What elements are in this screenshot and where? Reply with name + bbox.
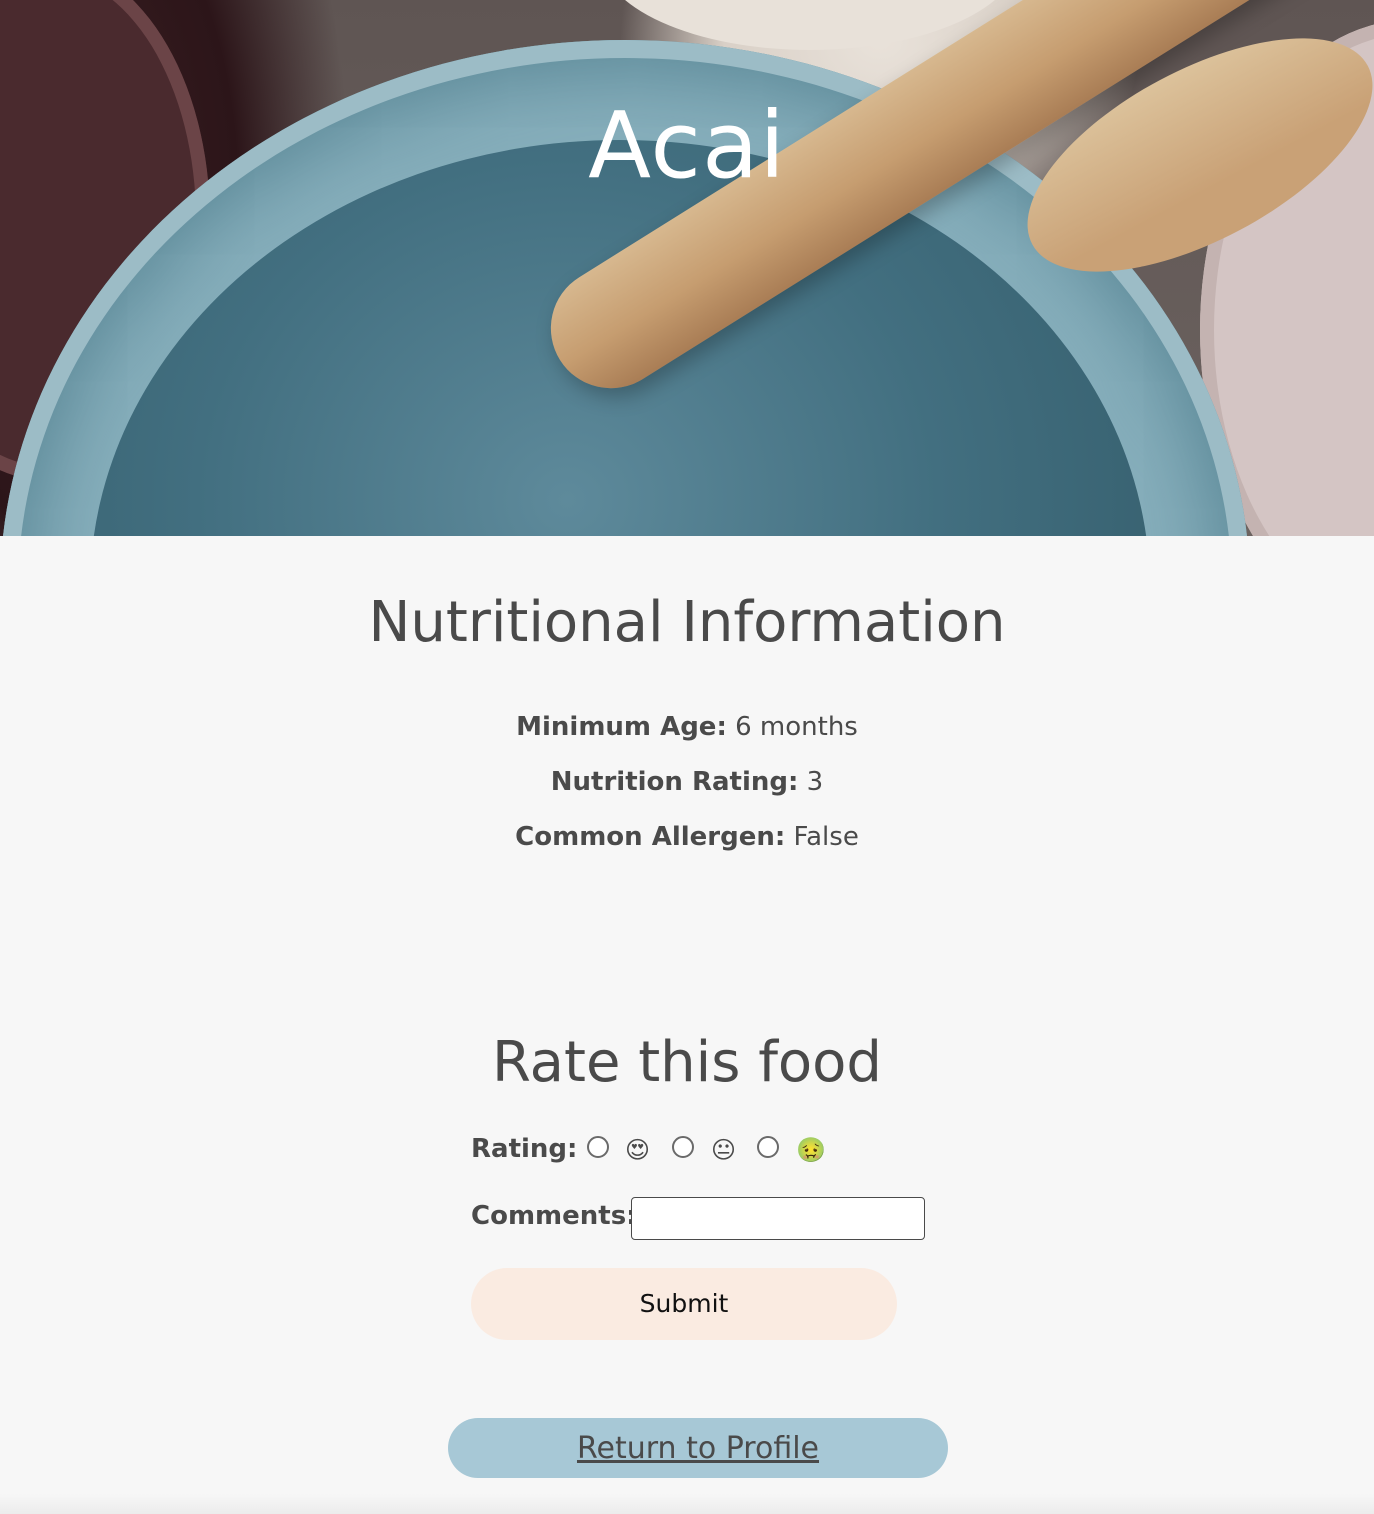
hero-banner: Acai [0,0,1374,536]
info-common-allergen: Common Allergen: False [0,822,1374,852]
info-label: Common Allergen: [515,822,786,852]
info-label: Minimum Age: [516,712,727,742]
heart-eyes-face-icon: 😍 [625,1136,651,1164]
page-bottom-edge [0,1494,1374,1514]
neutral-face-icon: 😐 [711,1136,737,1164]
info-label: Nutrition Rating: [550,767,799,797]
comments-label: Comments: [471,1201,637,1231]
comments-input[interactable] [631,1197,925,1240]
rating-label: Rating: [471,1134,578,1164]
nauseated-face-icon: 🤢 [796,1136,826,1164]
submit-button[interactable]: Submit [471,1268,897,1340]
rating-radio-dislike[interactable] [757,1136,779,1158]
nutrition-heading: Nutritional Information [368,590,1006,655]
return-to-profile-link[interactable]: Return to Profile [448,1418,948,1478]
info-minimum-age: Minimum Age: 6 months [0,712,1374,742]
info-nutrition-rating: Nutrition Rating: 3 [0,767,1374,797]
food-title: Acai [588,92,786,199]
rate-heading: Rate this food [492,1030,882,1095]
rating-radio-love[interactable] [587,1136,609,1158]
info-value: False [793,822,859,852]
info-value: 6 months [735,712,858,742]
info-value: 3 [806,767,824,797]
rating-radio-neutral[interactable] [672,1136,694,1158]
